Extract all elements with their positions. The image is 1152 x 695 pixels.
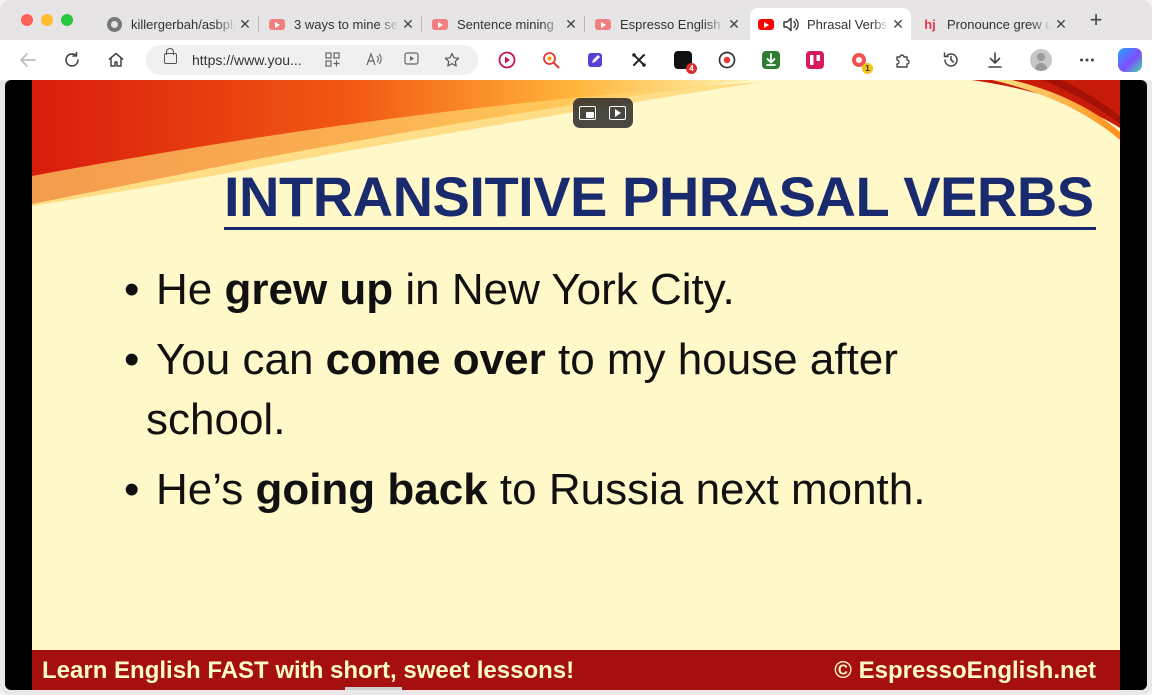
badge-count: 1 <box>862 63 873 74</box>
title-underline <box>224 227 1096 230</box>
tab-pronounce[interactable]: hj Pronounce grew up ✕ <box>914 8 1074 40</box>
reload-icon[interactable] <box>60 48 84 72</box>
bullet-item: • You can come over to my house after sc… <box>124 330 1044 450</box>
close-icon[interactable]: ✕ <box>889 16 907 33</box>
color-extension-icon[interactable]: 1 <box>850 51 873 74</box>
bullet-dot: • <box>124 265 140 314</box>
video-frame-slide: INTRANSITIVE PHRASAL VERBS • He grew up … <box>32 80 1120 690</box>
download-extension-icon[interactable] <box>762 51 780 69</box>
phrasal-verb: come over <box>325 335 546 384</box>
phrasal-verb: grew up <box>224 265 394 314</box>
more-menu-icon[interactable] <box>1078 51 1096 69</box>
footer-tagline: Learn English FAST with short, sweet les… <box>42 657 575 684</box>
read-aloud-icon[interactable] <box>366 52 382 68</box>
tab-title: 3 ways to mine sentences <box>294 16 399 32</box>
copilot-icon[interactable] <box>1118 48 1142 72</box>
close-icon[interactable]: ✕ <box>1052 16 1070 33</box>
history-icon[interactable] <box>942 51 960 69</box>
video-extension-icon[interactable] <box>498 51 516 69</box>
arrows-extension-icon[interactable] <box>630 51 648 69</box>
browser-window: killergerbah/asbplayer ✕ 3 ways to mine … <box>0 0 1152 695</box>
bullet-dot: • <box>124 335 140 384</box>
youtube-icon <box>595 16 611 32</box>
video-cast-icon[interactable] <box>404 52 420 68</box>
zoom-window-button[interactable] <box>61 14 73 26</box>
pip-controls <box>573 98 633 128</box>
bullet-continuation: school. <box>146 395 286 444</box>
tab-espresso-english[interactable]: Espresso English ✕ <box>587 8 747 40</box>
hj-icon: hj <box>924 16 936 32</box>
tab-phrasal-verbs[interactable]: Phrasal Verbs ✕ <box>750 8 911 40</box>
footer-website: © EspressoEnglish.net <box>834 657 1096 684</box>
apps-icon[interactable] <box>324 52 340 68</box>
youtube-icon <box>758 16 774 32</box>
tab-title: Phrasal Verbs <box>807 16 888 32</box>
home-icon[interactable] <box>104 48 128 72</box>
close-window-button[interactable] <box>21 14 33 26</box>
tab-title: Pronounce grew up <box>947 16 1052 32</box>
extensions-puzzle-icon[interactable] <box>894 51 912 69</box>
back-icon[interactable] <box>16 48 40 72</box>
speaker-icon[interactable] <box>783 17 801 32</box>
close-icon[interactable]: ✕ <box>562 16 580 33</box>
github-icon <box>106 16 122 32</box>
slide-title: INTRANSITIVE PHRASAL VERBS <box>224 165 1094 228</box>
downloads-icon[interactable] <box>986 51 1004 69</box>
profile-avatar[interactable] <box>1030 49 1052 71</box>
tab-asbplayer[interactable]: killergerbah/asbplayer ✕ <box>98 8 259 40</box>
tab-strip: killergerbah/asbplayer ✕ 3 ways to mine … <box>0 0 1152 40</box>
badge-count: 4 <box>686 63 697 74</box>
close-icon[interactable]: ✕ <box>236 16 254 33</box>
toolbar: https://www.you... 4 1 <box>0 40 1152 80</box>
address-bar[interactable]: https://www.you... <box>146 45 478 75</box>
new-tab-button[interactable]: + <box>1084 8 1108 32</box>
youtube-icon <box>432 16 448 32</box>
search-extension-icon[interactable] <box>542 51 560 69</box>
youtube-icon <box>269 16 285 32</box>
video-popout-icon[interactable] <box>609 106 627 120</box>
picture-in-picture-icon[interactable] <box>579 106 597 120</box>
board-extension-icon[interactable] <box>806 51 824 69</box>
close-icon[interactable]: ✕ <box>725 16 743 33</box>
tab-title: Espresso English <box>620 16 721 32</box>
close-icon[interactable]: ✕ <box>399 16 417 33</box>
favorite-star-icon[interactable] <box>444 52 460 68</box>
bullet-item: • He grew up in New York City. <box>124 260 1044 320</box>
video-player[interactable]: INTRANSITIVE PHRASAL VERBS • He grew up … <box>5 80 1147 690</box>
video-progress-indicator[interactable] <box>345 687 402 690</box>
tab-mine-sentences[interactable]: 3 ways to mine sentences ✕ <box>261 8 422 40</box>
bullet-item: • He’s going back to Russia next month. <box>124 460 1044 520</box>
tab-title: killergerbah/asbplayer <box>131 16 236 32</box>
tab-sentence-mining[interactable]: Sentence mining ✕ <box>424 8 585 40</box>
bullet-dot: • <box>124 465 140 514</box>
tab-title: Sentence mining <box>457 16 554 32</box>
phrasal-verb: going back <box>255 465 488 514</box>
pen-extension-icon[interactable] <box>586 51 604 69</box>
minimize-window-button[interactable] <box>41 14 53 26</box>
record-extension-icon[interactable] <box>718 51 736 69</box>
slide-footer: Learn English FAST with short, sweet les… <box>32 650 1120 690</box>
url-text[interactable]: https://www.you... <box>192 52 302 68</box>
tag-extension-icon[interactable]: 4 <box>674 51 697 74</box>
lock-icon[interactable] <box>164 48 177 64</box>
